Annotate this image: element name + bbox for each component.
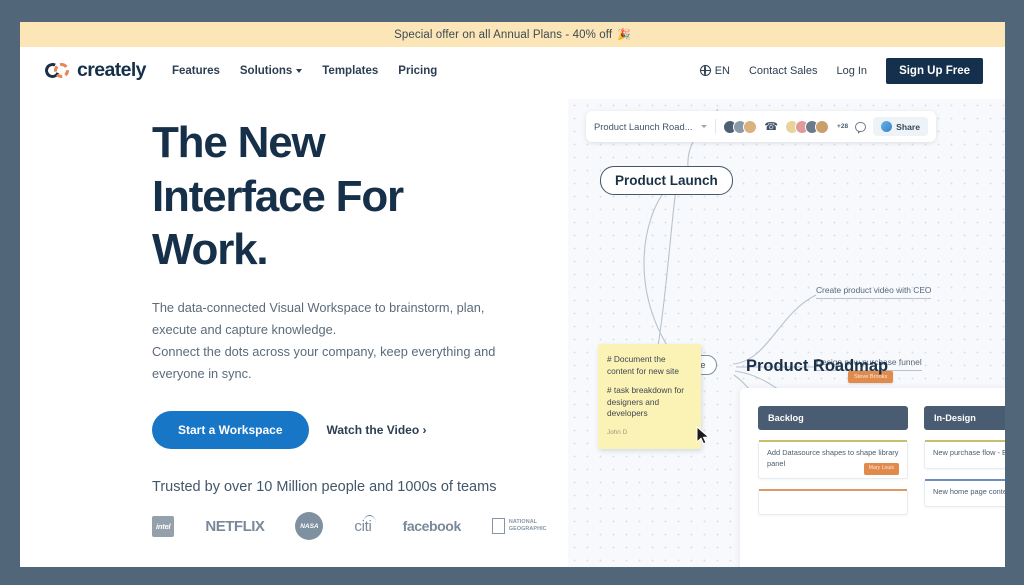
contact-sales-link[interactable]: Contact Sales xyxy=(749,65,817,77)
card-accent-bar xyxy=(759,489,907,492)
nav-item-pricing-label: Pricing xyxy=(398,64,438,77)
customer-logos: intel NETFLIX NASA citi facebook NATIONA… xyxy=(152,512,547,541)
nav-links: Features Solutions Templates Pricing xyxy=(172,65,437,77)
sticky-note[interactable]: # Document the content for new site # ta… xyxy=(598,344,701,449)
nav-item-pricing[interactable]: Pricing xyxy=(398,65,437,77)
log-in-link[interactable]: Log In xyxy=(836,65,867,77)
browser-frame: Special offer on all Annual Plans - 40% … xyxy=(0,0,1024,585)
globe-icon xyxy=(699,65,712,77)
hero-copy: The New Interface For Work. The data-con… xyxy=(152,116,547,541)
logo-national-geographic: NATIONAL GEOGRAPHIC xyxy=(491,518,547,535)
language-label: EN xyxy=(714,64,730,77)
main-navigation: creately Features Solutions Templates Pr… xyxy=(20,47,1005,94)
logo-wordmark: creately xyxy=(77,59,147,81)
kanban-column-backlog: Backlog Add Datasource shapes to shape l… xyxy=(758,406,908,516)
column-header: Backlog xyxy=(758,406,908,430)
nav-right-group: EN Contact Sales Log In Sign Up Free xyxy=(699,57,983,84)
logo-citi: citi xyxy=(354,514,377,535)
language-selector[interactable]: EN xyxy=(699,64,730,77)
kanban-board: Backlog Add Datasource shapes to shape l… xyxy=(740,388,1005,567)
branch-underline xyxy=(816,297,932,299)
trusted-by-text: Trusted by over 10 Million people and 10… xyxy=(152,479,497,496)
logo-intel: intel xyxy=(152,515,175,537)
nav-item-solutions-label: Solutions xyxy=(239,64,293,77)
sticky-note-line-1: # Document the content for new site xyxy=(607,354,679,376)
logo-netflix: NETFLIX xyxy=(205,517,265,535)
roadmap-title: Product Roadmap xyxy=(746,357,889,375)
natgeo-rectangle-icon xyxy=(491,518,505,535)
mindmap-branch[interactable]: Create product video with CEO xyxy=(816,285,932,299)
card-accent-bar xyxy=(925,440,1005,442)
promo-banner[interactable]: Special offer on all Annual Plans - 40% … xyxy=(20,22,1005,47)
column-header: In-Design xyxy=(924,406,1005,430)
hero-section: The New Interface For Work. The data-con… xyxy=(20,94,1005,567)
nav-item-templates[interactable]: Templates xyxy=(322,65,378,77)
card-accent-bar xyxy=(925,478,1005,481)
creately-logo-icon xyxy=(42,60,71,81)
start-a-workspace-button[interactable]: Start a Workspace xyxy=(152,411,309,450)
hero-subtitle: The data-connected Visual Workspace to b… xyxy=(152,300,496,382)
logo-nasa: NASA xyxy=(295,512,324,541)
sticky-note-author: John D xyxy=(607,429,628,437)
card-assignee-tag[interactable]: Mary Louis xyxy=(863,462,899,476)
kanban-column-in-design: In-Design New purchase flow - Enterprise… xyxy=(924,406,1005,508)
product-screenshot: Product Launch Road... ☎ +28 Share Produ… xyxy=(568,99,1005,567)
nav-item-solutions[interactable]: Solutions xyxy=(239,64,303,77)
creately-logo[interactable]: creately xyxy=(42,59,147,82)
promo-text: Special offer on all Annual Plans - 40% … xyxy=(394,28,613,41)
card-text: New purchase flow - Enterprise u xyxy=(933,448,1005,457)
nav-item-features[interactable]: Features xyxy=(172,65,220,77)
watch-the-video-link[interactable]: Watch the Video › xyxy=(327,423,427,437)
hero-cta-row: Start a Workspace Watch the Video › xyxy=(152,411,542,450)
party-popper-icon: 🎉 xyxy=(617,29,631,41)
nav-item-features-label: Features xyxy=(171,64,220,77)
sticky-note-line-2: # task breakdown for designers and devel… xyxy=(607,385,685,419)
kanban-card[interactable]: Add Datasource shapes to shape library p… xyxy=(758,440,908,480)
card-text: New home page content structu xyxy=(933,486,1005,496)
nav-item-templates-label: Templates xyxy=(322,64,379,77)
card-accent-bar xyxy=(759,440,907,442)
chevron-down-icon xyxy=(296,68,303,73)
logo-facebook: facebook xyxy=(402,518,462,535)
kanban-card[interactable]: New home page content structu xyxy=(924,478,1005,508)
sign-up-free-button[interactable]: Sign Up Free xyxy=(886,57,983,84)
page-title: The New Interface For Work. xyxy=(152,118,404,275)
page-viewport: Special offer on all Annual Plans - 40% … xyxy=(20,22,1005,567)
kanban-card[interactable]: New purchase flow - Enterprise u xyxy=(924,440,1005,469)
mindmap-root-node[interactable]: Product Launch xyxy=(600,166,733,195)
kanban-card[interactable] xyxy=(758,489,908,516)
